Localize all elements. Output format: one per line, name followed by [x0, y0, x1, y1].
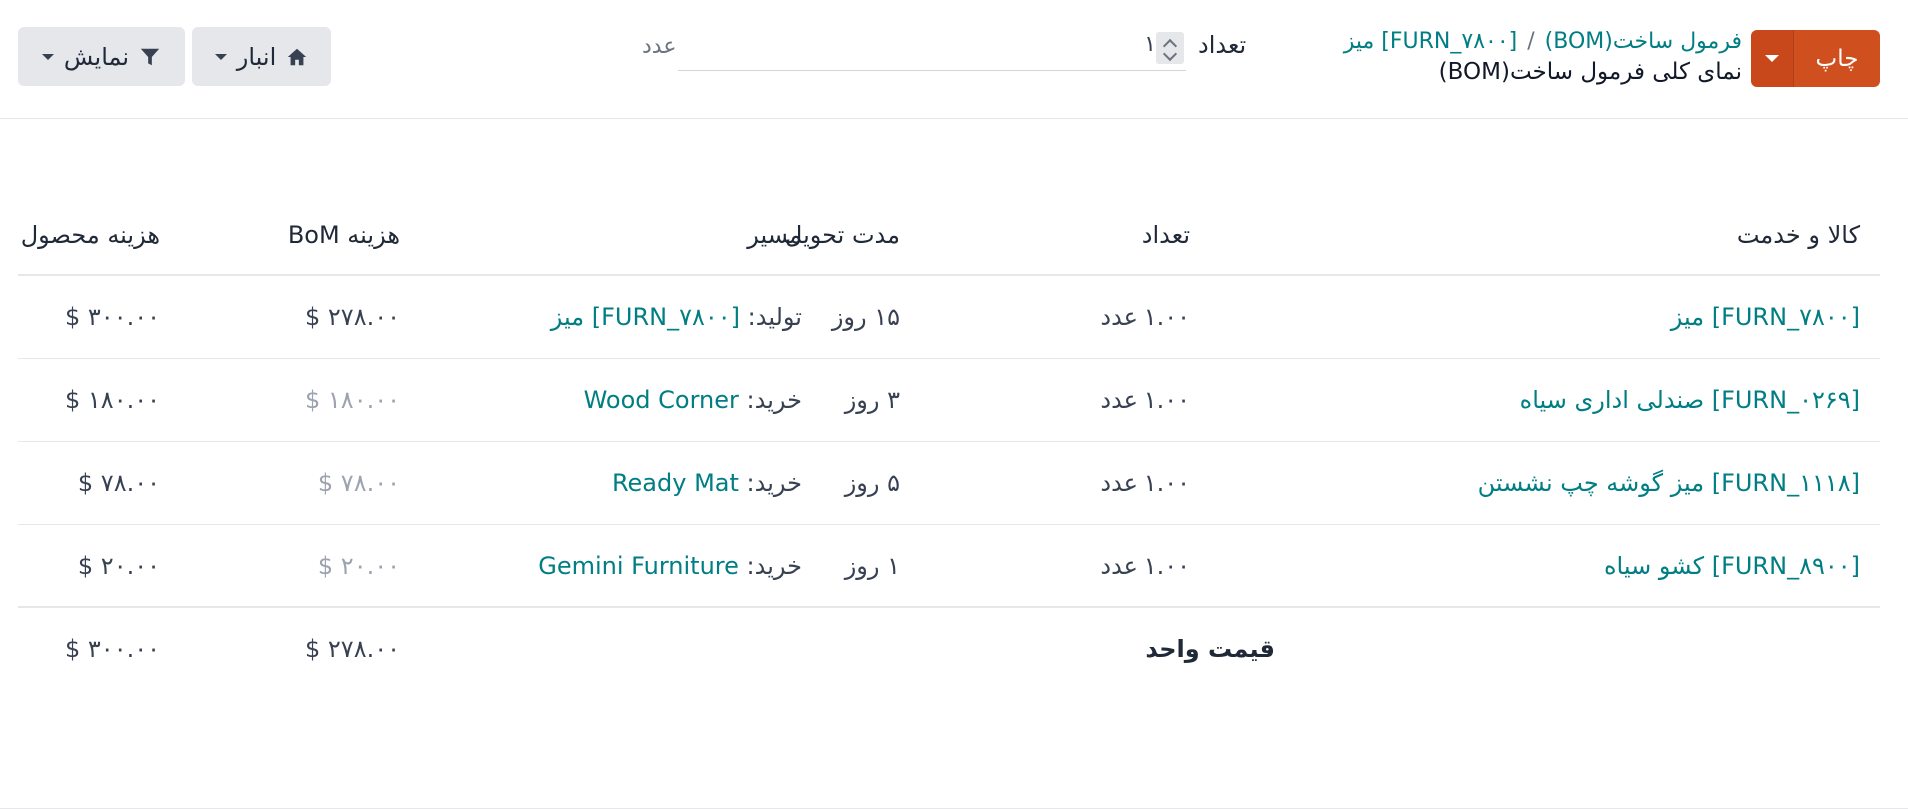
- display-dropdown[interactable]: نمایش: [18, 27, 185, 86]
- row-quantity: ۱.۰۰: [1143, 386, 1190, 414]
- product-link[interactable]: [FURN_۰۲۶۹] صندلی اداری سیاه: [1520, 359, 1860, 441]
- row-uom: عدد: [1100, 303, 1138, 331]
- filter-icon: [140, 48, 160, 65]
- row-product-cost: ۱۸۰.۰۰ $: [65, 386, 160, 414]
- unit-price-label: قیمت واحد: [1145, 635, 1275, 663]
- breadcrumb: فرمول ساخت(BOM) / [FURN_۷۸۰۰] میز نمای کلی…: [1302, 26, 1742, 88]
- product-link[interactable]: [FURN_۷۸۰۰] میز: [1671, 276, 1860, 358]
- print-dropdown-toggle[interactable]: [1751, 30, 1794, 87]
- page-title: نمای کلی فرمول ساخت(BOM): [1438, 59, 1742, 85]
- header-bom-cost: هزینه BoM: [287, 221, 400, 249]
- footer-bom-cost: ۲۷۸.۰۰ $: [305, 635, 400, 663]
- route-link[interactable]: Wood Corner: [584, 386, 739, 414]
- quantity-value: ۱: [1144, 32, 1156, 57]
- warehouse-label: انبار: [236, 42, 277, 71]
- row-quantity: ۱.۰۰: [1143, 551, 1190, 580]
- row-uom: عدد: [1100, 469, 1138, 497]
- product-link[interactable]: [FURN_۸۹۰۰] کشو سیاه: [1604, 525, 1860, 606]
- row-quantity: ۱.۰۰: [1143, 469, 1190, 497]
- control-panel: چاپ فرمول ساخت(BOM) / [FURN_۷۸۰۰] میز نمای…: [0, 0, 1908, 119]
- row-lead-time: ۳ روز: [844, 386, 900, 414]
- caret-down-icon: [214, 53, 227, 60]
- quantity-unit: عدد: [642, 34, 677, 59]
- route-link[interactable]: [FURN_۷۸۰۰] میز: [551, 303, 740, 331]
- quantity-stepper[interactable]: [1156, 32, 1184, 64]
- divider: [0, 808, 1908, 809]
- bom-overview-table: کالا و خدمت تعداد مدت تحویل مسیر هزینه B…: [18, 196, 1880, 690]
- display-label: نمایش: [63, 42, 130, 71]
- header-product: کالا و خدمت: [1736, 221, 1860, 249]
- header-quantity: تعداد: [1141, 221, 1190, 249]
- route-link[interactable]: Gemini Furniture: [538, 552, 739, 580]
- product-link[interactable]: [FURN_۱۱۱۸] میز گوشه چپ نشستن: [1478, 442, 1860, 524]
- row-bom-cost: ۱۸۰.۰۰ $: [305, 386, 400, 414]
- header-lead-time: مدت تحویل: [784, 221, 900, 249]
- header-route: مسیر: [747, 221, 802, 249]
- header-product-cost: هزینه محصول: [20, 221, 160, 249]
- caret-down-icon: [41, 53, 54, 60]
- row-lead-time: ۱۵ روز: [831, 303, 900, 331]
- row-uom: عدد: [1100, 551, 1138, 580]
- row-route: خرید: Wood Corner: [584, 359, 802, 441]
- row-route: خرید: Ready Mat: [612, 442, 802, 524]
- quantity-input[interactable]: ۱: [678, 32, 1186, 71]
- route-link[interactable]: Ready Mat: [612, 469, 739, 497]
- row-bom-cost: ۷۸.۰۰ $: [317, 469, 400, 497]
- row-route: تولید: [FURN_۷۸۰۰] میز: [551, 276, 802, 358]
- footer-product-cost: ۳۰۰.۰۰ $: [65, 635, 160, 663]
- route-type: خرید:: [746, 469, 802, 497]
- route-type: تولید:: [747, 303, 802, 331]
- quantity-label: تعداد: [1198, 31, 1247, 59]
- row-lead-time: ۵ روز: [844, 469, 900, 497]
- row-bom-cost: ۲۰.۰۰ $: [317, 551, 400, 580]
- breadcrumb-separator: /: [1527, 29, 1535, 54]
- route-type: خرید:: [746, 386, 802, 414]
- row-route: خرید: Gemini Furniture: [538, 525, 802, 606]
- route-type: خرید:: [746, 551, 802, 580]
- warehouse-dropdown[interactable]: انبار: [192, 27, 331, 86]
- table-footer: قیمت واحد ۲۷۸.۰۰ $ ۳۰۰.۰۰ $: [18, 608, 1880, 690]
- table-row: [FURN_۷۸۰۰] میز ۱.۰۰ عدد ۱۵ روز تولید: […: [18, 276, 1880, 359]
- row-quantity: ۱.۰۰: [1143, 303, 1190, 331]
- row-product-cost: ۷۸.۰۰ $: [77, 469, 160, 497]
- table-row: [FURN_۰۲۶۹] صندلی اداری سیاه ۱.۰۰ عدد ۳ …: [18, 359, 1880, 442]
- row-product-cost: ۲۰.۰۰ $: [77, 551, 160, 580]
- row-uom: عدد: [1100, 386, 1138, 414]
- print-button[interactable]: چاپ: [1794, 30, 1880, 87]
- row-bom-cost: ۲۷۸.۰۰ $: [305, 303, 400, 331]
- table-header: کالا و خدمت تعداد مدت تحویل مسیر هزینه B…: [18, 196, 1880, 276]
- table-row: [FURN_۱۱۱۸] میز گوشه چپ نشستن ۱.۰۰ عدد ۵…: [18, 442, 1880, 525]
- breadcrumb-bom-link[interactable]: فرمول ساخت(BOM): [1545, 29, 1742, 54]
- table-row: [FURN_۸۹۰۰] کشو سیاه ۱.۰۰ عدد ۱ روز خرید…: [18, 525, 1880, 608]
- row-lead-time: ۱ روز: [844, 551, 900, 580]
- home-icon: [288, 48, 307, 65]
- caret-down-icon: [1765, 55, 1779, 62]
- breadcrumb-product-link[interactable]: [FURN_۷۸۰۰] میز: [1344, 29, 1518, 54]
- print-button-group: چاپ: [1751, 30, 1880, 87]
- row-product-cost: ۳۰۰.۰۰ $: [65, 303, 160, 331]
